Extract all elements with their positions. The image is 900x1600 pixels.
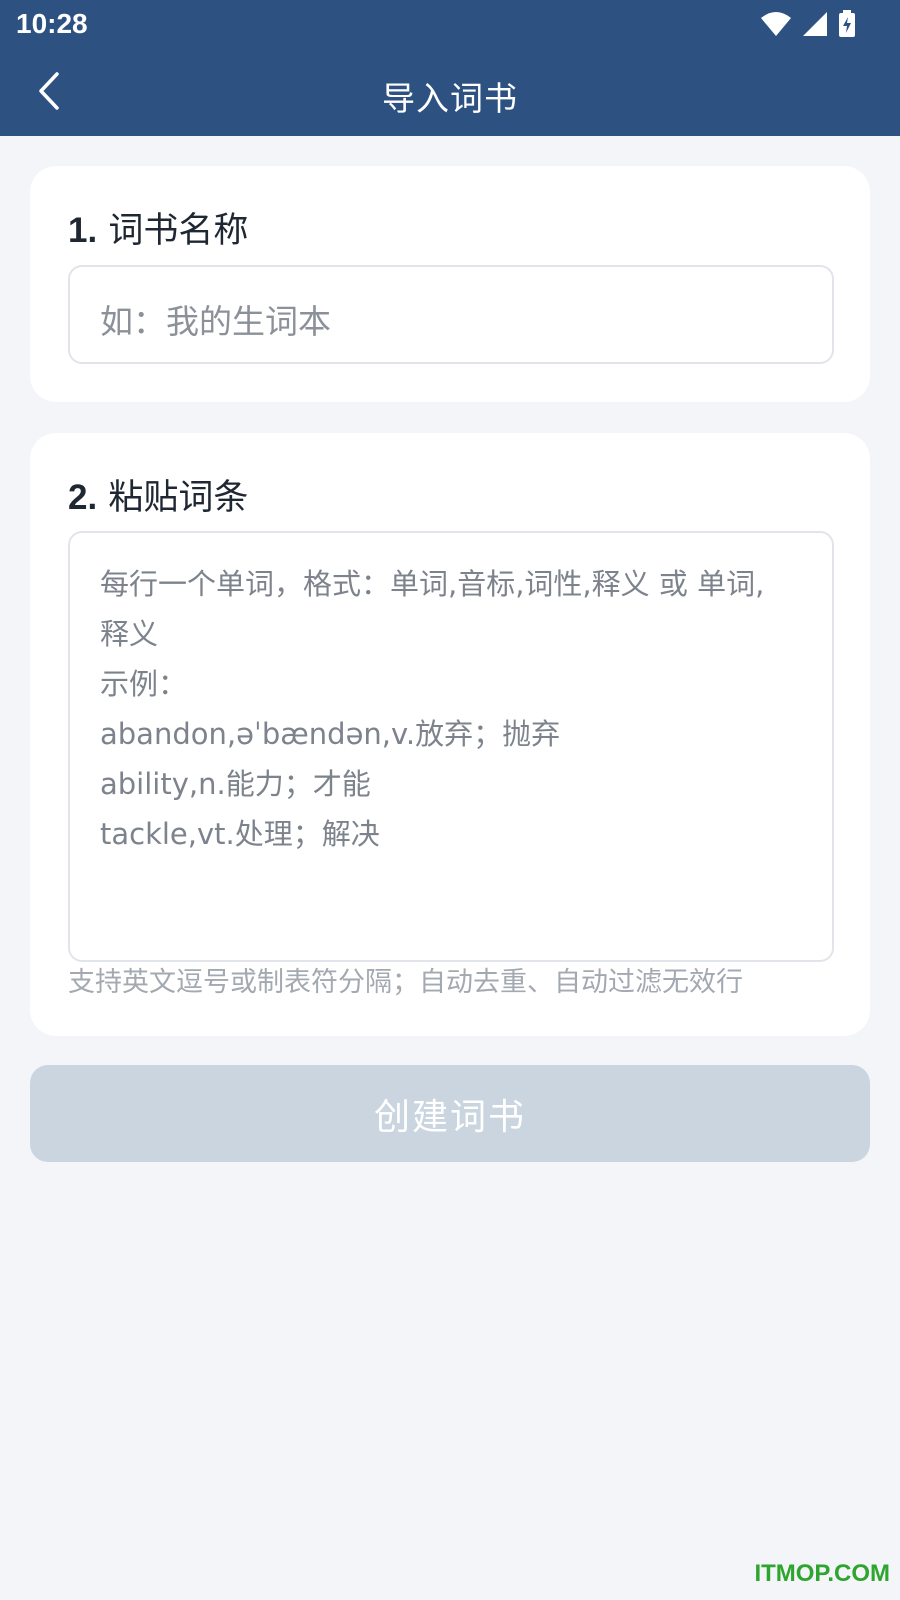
app-bar: 导入词书 <box>0 50 900 136</box>
page-title: 导入词书 <box>382 79 518 118</box>
section-number: 2. <box>68 478 98 517</box>
entries-textarea[interactable]: 每行一个单词，格式：单词,音标,词性,释义 或 单词, 释义 示例： aband… <box>68 531 834 962</box>
entries-hint: 支持英文逗号或制表符分隔；自动去重、自动过滤无效行 <box>68 967 743 998</box>
book-name-card: 1. 词书名称 如：我的生词本 <box>30 166 870 402</box>
battery-charging-icon <box>838 10 856 42</box>
wifi-icon <box>760 11 792 41</box>
placeholder-line: abandon,əˈbændən,v.放弃；抛弃 <box>100 717 561 751</box>
entries-card: 2. 粘贴词条 每行一个单词，格式：单词,音标,词性,释义 或 单词, 释义 示… <box>30 433 870 1036</box>
placeholder-line: 释义 <box>100 617 159 651</box>
status-time: 10:28 <box>16 8 88 39</box>
placeholder-line: 每行一个单词，格式：单词,音标,词性,释义 或 单词, <box>100 567 765 601</box>
entries-heading: 2. 粘贴词条 <box>68 469 248 520</box>
status-bar: 10:28 <box>0 0 900 50</box>
book-name-input[interactable]: 如：我的生词本 <box>68 265 834 364</box>
section-title-text: 粘贴词条 <box>108 478 249 518</box>
placeholder-line: ability,n.能力；才能 <box>100 767 371 801</box>
book-name-heading: 1. 词书名称 <box>68 202 248 253</box>
create-book-button[interactable]: 创建词书 <box>30 1065 870 1162</box>
entries-placeholder: 每行一个单词，格式：单词,音标,词性,释义 或 单词, 释义 示例： aband… <box>100 559 800 859</box>
section-number: 1. <box>68 211 98 250</box>
placeholder-line: 示例： <box>100 667 188 701</box>
watermark: ITMOP.COM <box>754 1560 890 1587</box>
cellular-signal-icon <box>802 11 828 41</box>
status-icons <box>760 10 856 42</box>
section-title-text: 词书名称 <box>108 211 249 251</box>
placeholder-line: tackle,vt.处理；解决 <box>100 817 380 851</box>
book-name-placeholder: 如：我的生词本 <box>100 302 331 341</box>
